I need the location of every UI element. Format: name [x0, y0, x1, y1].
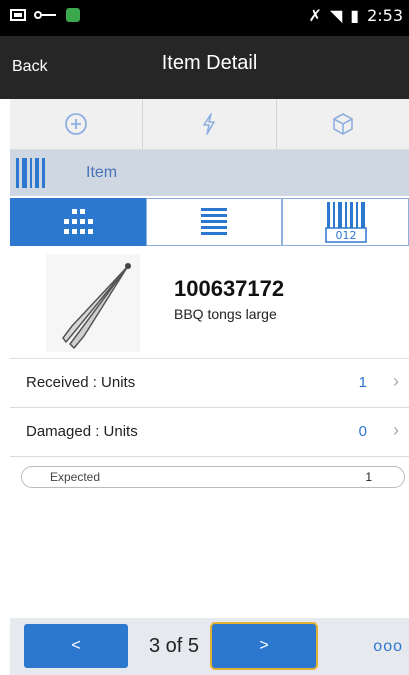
key-icon	[34, 9, 58, 21]
quick-action-button[interactable]	[143, 99, 277, 149]
cube-icon	[333, 113, 353, 135]
item-summary: 100637172 BBQ tongs large	[10, 246, 409, 359]
received-units-row[interactable]: Received : Units 1 ›	[10, 359, 409, 408]
page-title: Item Detail	[161, 52, 258, 74]
tongs-image	[62, 263, 131, 349]
damaged-units-label: Damaged : Units	[26, 423, 138, 440]
damaged-units-value: 0	[358, 423, 367, 440]
list-icon	[201, 208, 227, 235]
pagination-bar: < 3 of 5 > ooo	[10, 618, 409, 675]
received-units-value: 1	[358, 374, 367, 391]
barcode-label-icon: 012	[324, 202, 367, 243]
item-section-header: Item	[10, 150, 409, 196]
battery-icon: ▮	[350, 6, 360, 25]
add-button[interactable]	[10, 99, 144, 149]
tab-list-view[interactable]	[146, 198, 282, 246]
received-units-label: Received : Units	[26, 374, 136, 391]
tab-grid-view[interactable]	[10, 198, 146, 246]
expected-field: Expected 1	[21, 466, 405, 488]
barcode-icon	[16, 158, 45, 188]
barcode-digits: 012	[335, 229, 356, 242]
image-notification-icon	[10, 9, 26, 21]
action-bar: Back Item Detail	[0, 36, 409, 99]
mute-icon: ✗	[308, 6, 322, 25]
section-title: Item	[86, 164, 118, 181]
chevron-right-icon: ›	[393, 371, 399, 391]
status-bar: ✗ ◥ ▮ 2:53	[0, 0, 409, 36]
page-indicator: 3 of 5	[148, 635, 200, 657]
status-time: 2:53	[367, 6, 403, 25]
item-description: BBQ tongs large	[174, 306, 277, 322]
status-right-icons: ✗ ◥ ▮ 2:53	[309, 6, 403, 25]
add-circle-icon	[65, 113, 88, 135]
grid-icon	[64, 209, 93, 234]
view-tabs: 012	[10, 198, 409, 246]
next-button[interactable]: >	[212, 624, 316, 668]
wifi-icon: ◥	[329, 6, 343, 25]
chevron-right-icon: ›	[393, 420, 399, 440]
previous-button[interactable]: <	[24, 624, 128, 668]
app-screen: ✗ ◥ ▮ 2:53 Back Item Detail Item 012 100…	[0, 0, 409, 675]
toolbar	[10, 99, 409, 150]
expected-label: Expected	[50, 470, 101, 484]
item-image	[46, 254, 140, 352]
damaged-units-row[interactable]: Damaged : Units 0 ›	[10, 408, 409, 457]
tab-barcode-view[interactable]: 012	[282, 198, 409, 246]
android-app-icon	[66, 8, 80, 22]
expected-value: 1	[365, 470, 372, 484]
status-left-icons	[10, 8, 80, 22]
lightning-icon	[203, 113, 216, 135]
item-number: 100637172	[174, 276, 285, 301]
package-button[interactable]	[277, 99, 409, 149]
more-options-button[interactable]: ooo	[373, 638, 403, 656]
